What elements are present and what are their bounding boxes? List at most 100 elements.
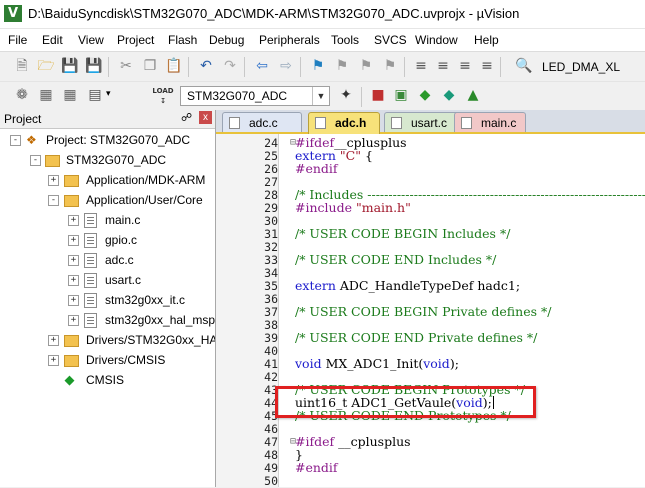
translate-icon[interactable]: ❁ xyxy=(13,86,31,104)
batch-build-icon[interactable]: ▤ xyxy=(86,86,104,104)
expand-toggle[interactable]: + xyxy=(68,255,79,266)
paste-icon[interactable]: 📋 xyxy=(165,57,183,75)
menu-file[interactable]: File xyxy=(8,33,27,47)
line-number: 29 xyxy=(264,201,278,215)
file-icon xyxy=(84,213,97,228)
tree-item-label: Drivers/CMSIS xyxy=(86,353,166,367)
menu-project[interactable]: Project xyxy=(117,33,154,47)
menu-svcs[interactable]: SVCS xyxy=(374,33,407,47)
tree-item-label: Project: STM32G070_ADC xyxy=(46,133,191,147)
expand-toggle[interactable]: + xyxy=(68,275,79,286)
expand-toggle[interactable]: + xyxy=(68,235,79,246)
line-number: 45 xyxy=(264,409,278,423)
batch-dropdown-icon[interactable]: ▾ xyxy=(106,88,111,99)
manage-rte-icon[interactable]: ◆ xyxy=(440,86,458,104)
tab-label: usart.c xyxy=(411,116,448,130)
expand-toggle[interactable]: + xyxy=(48,355,59,366)
load-icon[interactable]: LOAD ↧ xyxy=(152,86,174,105)
file-icon xyxy=(84,313,97,328)
target-icon xyxy=(45,155,60,167)
window-title: D:\BaiduSyncdisk\STM32G070_ADC\MDK-ARM\S… xyxy=(28,6,520,21)
tree-item-label: usart.c xyxy=(105,273,142,287)
code-token: __cplusplus xyxy=(334,434,411,449)
tab-main-c[interactable]: main.c xyxy=(454,112,526,132)
indent-icon[interactable]: ≡ xyxy=(412,57,430,75)
tab-adc-h[interactable]: adc.h xyxy=(308,112,380,134)
redo-icon[interactable]: ↷ xyxy=(221,57,239,75)
menu-peripherals[interactable]: Peripherals xyxy=(259,33,320,47)
code-line: /* USER CODE END Private defines */ xyxy=(295,330,537,345)
code-line: /* USER CODE BEGIN Private defines */ xyxy=(295,304,551,319)
menu-help[interactable]: Help xyxy=(474,33,499,47)
bookmark-icon[interactable]: ⚑ xyxy=(309,57,327,75)
code-token: ADC_HandleTypeDef hadc1; xyxy=(335,278,521,293)
expand-toggle[interactable]: + xyxy=(68,315,79,326)
bookmark-next-icon[interactable]: ⚑ xyxy=(357,57,375,75)
bookmark-prev-icon[interactable]: ⚑ xyxy=(333,57,351,75)
expand-toggle[interactable]: + xyxy=(48,335,59,346)
line-number: 33 xyxy=(264,253,278,267)
bookmark-clear-icon[interactable]: ⚑ xyxy=(381,57,399,75)
pack-installer-icon[interactable]: ▣ xyxy=(392,86,410,104)
collapse-toggle[interactable]: - xyxy=(30,155,41,166)
target-select[interactable]: STM32G070_ADC ▼ xyxy=(180,86,330,106)
cut-icon[interactable]: ✂ xyxy=(117,57,135,75)
build-icon[interactable]: ▦ xyxy=(37,86,55,104)
nav-forward-icon[interactable]: ⇨ xyxy=(277,57,295,75)
code-token: extern xyxy=(295,278,336,293)
tree-item-label: STM32G070_ADC xyxy=(66,153,167,167)
title-bar: V D:\BaiduSyncdisk\STM32G070_ADC\MDK-ARM… xyxy=(0,0,645,29)
select-packs-icon[interactable]: ◆ xyxy=(416,86,434,104)
menu-debug[interactable]: Debug xyxy=(209,33,244,47)
code-line: #endif xyxy=(295,161,338,176)
close-panel-button[interactable]: x xyxy=(199,111,212,124)
code-editor[interactable]: 24 25 26 27 28 29 30 31 32 33 34 35 36 37 38 39 40 41 42 43… xyxy=(216,134,645,488)
line-number: 37 xyxy=(264,305,278,319)
code-token: /* USER CODE END Prototypes */ xyxy=(295,408,511,423)
menu-flash[interactable]: Flash xyxy=(168,33,197,47)
menu-window[interactable]: Window xyxy=(415,33,458,47)
tree-item-group[interactable]: + Drivers/STM32G0xx_HAI xyxy=(0,330,215,350)
collapse-toggle[interactable]: - xyxy=(10,135,21,146)
save-icon[interactable]: 💾 xyxy=(61,57,79,75)
line-number: 27 xyxy=(264,175,278,189)
code-line: /* USER CODE END Prototypes */ xyxy=(295,408,511,423)
menu-tools[interactable]: Tools xyxy=(331,33,359,47)
save-all-icon[interactable]: 💾 xyxy=(85,57,103,75)
copy-icon[interactable]: ❐ xyxy=(141,57,159,75)
menu-view[interactable]: View xyxy=(78,33,104,47)
expand-toggle[interactable]: + xyxy=(68,295,79,306)
new-file-icon[interactable]: 🗎 xyxy=(13,57,31,75)
pin-icon[interactable]: ☍ xyxy=(181,111,192,124)
nav-back-icon[interactable]: ⇦ xyxy=(253,57,271,75)
chevron-down-icon: ▼ xyxy=(312,87,329,105)
line-number: 48 xyxy=(264,448,278,462)
line-number: 46 xyxy=(264,422,278,436)
line-number: 35 xyxy=(264,279,278,293)
tree-item-label: stm32g0xx_hal_msp xyxy=(105,313,216,327)
line-number: 32 xyxy=(264,240,278,254)
find-in-files-icon[interactable]: 🔍 xyxy=(515,57,533,75)
manage-components-icon[interactable]: ■ xyxy=(369,86,387,104)
comment-icon[interactable]: ≡ xyxy=(456,57,474,75)
expand-toggle[interactable]: + xyxy=(68,215,79,226)
event-recorder-icon[interactable]: ▲ xyxy=(464,86,482,104)
expand-toggle[interactable]: + xyxy=(48,175,59,186)
uncomment-icon[interactable]: ≡ xyxy=(478,57,496,75)
rebuild-icon[interactable]: ▦ xyxy=(61,86,79,104)
tree-item-label: Application/MDK-ARM xyxy=(86,173,206,187)
line-number: 26 xyxy=(264,162,278,176)
code-token: void xyxy=(295,356,322,371)
tab-usart-c[interactable]: usart.c xyxy=(384,112,464,132)
code-token: #include xyxy=(295,200,352,215)
undo-icon[interactable]: ↶ xyxy=(197,57,215,75)
unindent-icon[interactable]: ≡ xyxy=(434,57,452,75)
target-options-wand-icon[interactable]: ✦ xyxy=(337,86,355,104)
code-token: "C" xyxy=(339,148,361,163)
line-number: 50 xyxy=(264,474,278,488)
menu-edit[interactable]: Edit xyxy=(42,33,63,47)
line-number: 44 xyxy=(264,396,278,410)
tab-adc-c[interactable]: adc.c xyxy=(222,112,302,132)
open-folder-icon[interactable]: 🗁 xyxy=(37,57,55,75)
collapse-toggle[interactable]: - xyxy=(48,195,59,206)
